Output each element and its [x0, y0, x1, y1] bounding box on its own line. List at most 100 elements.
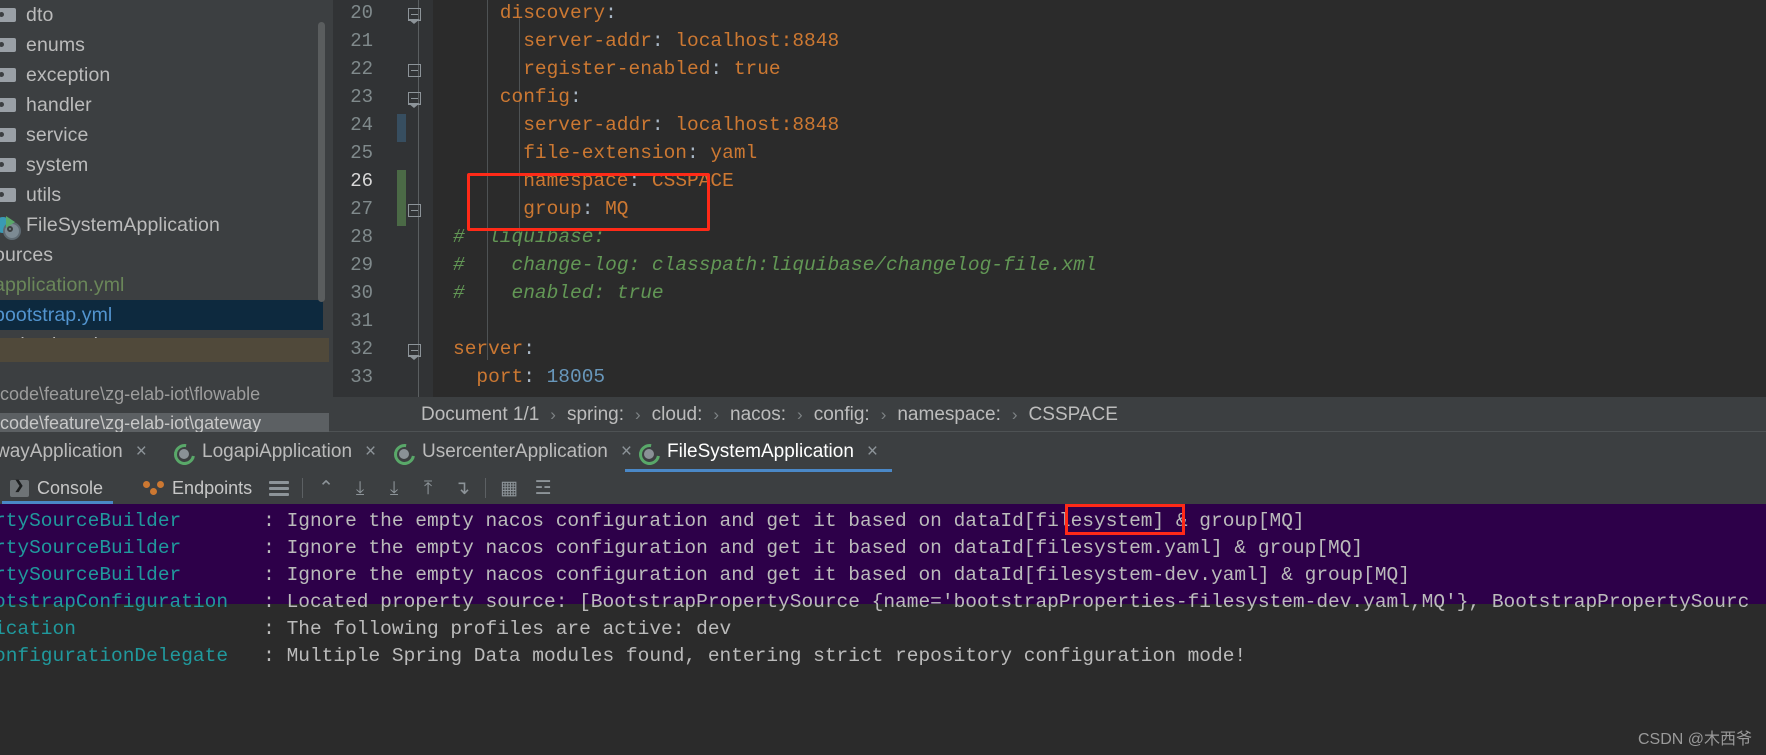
console-log-line[interactable]: ication : The following profiles are act…	[0, 618, 731, 640]
print-icon[interactable]: ↴	[445, 472, 479, 504]
code-line[interactable]: server-addr: localhost:8848	[523, 30, 839, 52]
code-line[interactable]: port: 18005	[476, 366, 605, 388]
breadcrumb-item[interactable]: namespace:	[895, 404, 1003, 426]
tree-item-ources[interactable]: ources	[0, 240, 323, 270]
soft-wrap-icon[interactable]: ⌃	[309, 472, 343, 504]
log-logger-name: rtySourceBuilder	[0, 510, 182, 532]
console-toolbar[interactable]: Console Endpoints ⌃ ⤓ ⤓ ⤒ ↴ ▦ ☲	[0, 472, 1766, 504]
code-line[interactable]: namespace: CSSPACE	[523, 170, 734, 192]
code-token: :	[523, 366, 547, 388]
fold-toggle-icon[interactable]	[405, 342, 423, 360]
code-line[interactable]: group: MQ	[523, 198, 628, 220]
fold-toggle-icon[interactable]	[405, 62, 423, 80]
close-icon[interactable]: ×	[136, 441, 147, 463]
project-tree-panel[interactable]: dto enums exception handler service system uti…	[0, 0, 329, 440]
code-token: MQ	[605, 198, 629, 220]
console-tab-console[interactable]: Console	[2, 472, 114, 504]
log-gap	[275, 537, 287, 559]
breadcrumb[interactable]: Document 1/1 › spring: › cloud: › nacos: › confi…	[329, 397, 1766, 432]
console-icon	[10, 478, 29, 497]
close-icon[interactable]: ×	[365, 441, 376, 463]
scroll-down-icon[interactable]: ⤓	[377, 472, 411, 504]
console-log-line[interactable]: otstrapConfiguration : Located property …	[0, 591, 1749, 613]
code-line[interactable]: config:	[500, 86, 582, 108]
close-icon[interactable]: ×	[867, 441, 878, 463]
path-line-2: code\feature\zg-elab-iot\gateway	[0, 413, 329, 434]
fold-toggle-icon[interactable]	[405, 6, 423, 24]
code-line[interactable]: file-extension: yaml	[523, 142, 757, 164]
code-line[interactable]: # change-log: classpath:liquibase/change…	[453, 254, 1097, 276]
log-logger-name: ication	[0, 618, 76, 640]
table-view-icon[interactable]: ▦	[492, 472, 526, 504]
watermark: CSDN @木西爷	[1637, 731, 1752, 748]
log-gap	[275, 564, 287, 586]
console-log-line[interactable]: onfigurationDelegate : Multiple Spring D…	[0, 645, 1246, 667]
code-line[interactable]: server-addr: localhost:8848	[523, 114, 839, 136]
endpoints-icon	[143, 480, 165, 497]
tree-item-system[interactable]: system	[0, 150, 323, 180]
code-token: server	[453, 338, 524, 360]
run-tab-label: LogapiApplication	[202, 441, 353, 462]
console-log-line[interactable]: rtySourceBuilder : Ignore the empty naco…	[0, 537, 1363, 559]
tree-item-handler[interactable]: handler	[0, 90, 323, 120]
tree-item-label: FileSystemApplication	[26, 213, 220, 236]
line-number: 26	[350, 170, 373, 192]
tree-item-label: handler	[26, 93, 92, 116]
breadcrumb-item[interactable]: spring:	[565, 404, 626, 426]
log-padding	[181, 564, 263, 586]
log-message: Located property source: [BootstrapPrope…	[286, 591, 1750, 613]
code-token: localhost:8848	[675, 30, 840, 52]
breadcrumb-item[interactable]: CSSPACE	[1027, 404, 1120, 426]
tree-item-application-yml[interactable]: application.yml	[0, 270, 323, 300]
soft-wrap-icon-glyph: ⌃	[318, 477, 335, 499]
editor-left-edge	[329, 0, 333, 397]
tree-item-enums[interactable]: enums	[0, 30, 323, 60]
line-number: 31	[350, 310, 373, 332]
editor-text[interactable]: discovery: server-addr: localhost:8848 reg…	[433, 0, 1766, 397]
fold-toggle-icon[interactable]	[405, 202, 423, 220]
scroll-to-end-icon-glyph: ⤓	[355, 477, 365, 499]
console-log-line[interactable]: rtySourceBuilder : Ignore the empty naco…	[0, 510, 1305, 532]
code-token: localhost:8848	[675, 114, 840, 136]
folder-icon	[0, 35, 18, 55]
tree-item-dto[interactable]: dto	[0, 0, 323, 30]
run-tab-usercenterapplication[interactable]: UsercenterApplication ×	[380, 432, 646, 472]
wrap-lines-icon[interactable]	[262, 472, 296, 504]
console-log-line[interactable]: rtySourceBuilder : Ignore the empty naco…	[0, 564, 1410, 586]
tree-item-bootstrap-yml[interactable]: bootstrap.yml	[0, 300, 323, 330]
run-tab-wayapplication[interactable]: wayApplication ×	[0, 432, 161, 472]
log-message: Multiple Spring Data modules found, ente…	[286, 645, 1247, 667]
scroll-to-end-icon[interactable]: ⤓	[343, 472, 377, 504]
log-logger-name: rtySourceBuilder	[0, 564, 182, 586]
scroll-down-icon-glyph: ⤓	[389, 477, 399, 499]
code-line[interactable]: register-enabled: true	[523, 58, 780, 80]
sidebar-scrollbar-thumb[interactable]	[318, 22, 325, 302]
console-tab-endpoints[interactable]: Endpoints	[135, 472, 262, 504]
console-output-panel[interactable]: rtySourceBuilder : Ignore the empty naco…	[0, 504, 1766, 755]
tree-item-utils[interactable]: utils	[0, 180, 323, 210]
breadcrumb-separator-icon: ›	[797, 404, 803, 424]
run-tab-filesystemapplication[interactable]: FileSystemApplication ×	[625, 432, 893, 472]
tree-item-service[interactable]: service	[0, 120, 323, 150]
scroll-up-icon[interactable]: ⤒	[411, 472, 445, 504]
settings-icon[interactable]: ☲	[526, 472, 560, 504]
fold-toggle-icon[interactable]	[405, 90, 423, 108]
code-line[interactable]: discovery:	[500, 2, 617, 24]
line-number: 29	[350, 254, 373, 276]
log-padding	[76, 618, 263, 640]
breadcrumb-item[interactable]: config:	[812, 404, 872, 426]
run-tabs-bar[interactable]: wayApplication × LogapiApplication × Usercen…	[0, 432, 1766, 472]
log-message: Ignore the empty nacos configuration and…	[286, 537, 1364, 559]
tree-item-filesystemapplication[interactable]: FileSystemApplication	[0, 210, 323, 240]
line-number: 20	[350, 2, 373, 24]
code-editor[interactable]: 20 21 22 23 24 25 26 27 28 29 30 31 32 33 discovery: s…	[329, 0, 1766, 397]
tree-item-exception[interactable]: exception	[0, 60, 323, 90]
code-line[interactable]: # enabled: true	[453, 282, 664, 304]
breadcrumb-item[interactable]: nacos:	[728, 404, 788, 426]
code-line[interactable]: # liquibase:	[453, 226, 605, 248]
line-number: 23	[350, 86, 373, 108]
code-line[interactable]: server:	[453, 338, 535, 360]
run-tab-logapiapplication[interactable]: LogapiApplication ×	[160, 432, 390, 472]
breadcrumb-item[interactable]: Document 1/1	[419, 404, 541, 426]
breadcrumb-item[interactable]: cloud:	[650, 404, 705, 426]
